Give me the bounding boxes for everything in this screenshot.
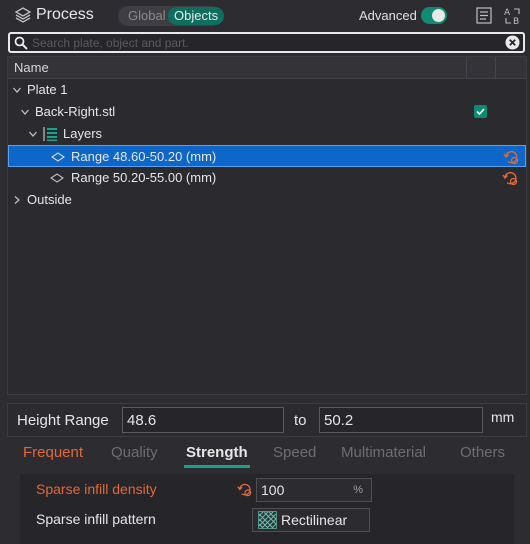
height-to-input[interactable] [319, 407, 483, 433]
column-separator [495, 57, 496, 79]
height-unit: mm [491, 409, 515, 425]
tab-frequent[interactable]: Frequent [23, 444, 83, 461]
panel-edge [514, 474, 530, 544]
chevron-right-icon[interactable] [12, 195, 22, 205]
tree-row-plate[interactable]: Plate 1 [8, 79, 526, 101]
tab-multimaterial[interactable]: Multimaterial [341, 444, 426, 461]
tab-others[interactable]: Others [460, 444, 505, 461]
global-objects-switch[interactable]: Global Objects [118, 6, 225, 26]
advanced-label: Advanced [359, 8, 417, 23]
sort-az-icon[interactable]: A B [503, 6, 523, 26]
document-icon[interactable] [476, 7, 492, 24]
setting-label: Sparse infill density [36, 481, 157, 497]
process-header: Process Global Objects Advanced A B [0, 0, 530, 32]
search-box[interactable] [8, 32, 525, 53]
search-input[interactable] [32, 35, 502, 51]
tree-row-label: Back-Right.stl [35, 104, 116, 119]
panel-title: Process [36, 6, 94, 23]
height-range-bar: Height Range to mm [7, 403, 527, 437]
toggle-knob [432, 9, 445, 22]
range-icon [51, 152, 65, 162]
height-from-input[interactable] [122, 407, 284, 433]
tree-row-label: Outside [27, 192, 72, 207]
tab-quality[interactable]: Quality [111, 444, 158, 461]
tree-row-range-selected[interactable]: Range 48.60-50.20 (mm) [8, 145, 526, 167]
check-icon [476, 108, 485, 116]
height-range-label: Height Range [17, 412, 109, 429]
setting-value: 100 [261, 482, 285, 498]
tree-row-layers[interactable]: Layers [8, 123, 526, 145]
rectilinear-pattern-icon [258, 511, 277, 529]
tree-row-label: Range 50.20-55.00 (mm) [71, 170, 217, 185]
reset-settings-icon[interactable] [502, 148, 520, 166]
chevron-down-icon[interactable] [28, 129, 38, 139]
name-column-header[interactable]: Name [14, 60, 49, 75]
settings-panel: Sparse infill density 100 % Sparse infil… [20, 474, 514, 544]
setting-row-infill-pattern: Sparse infill pattern Rectilinear [20, 506, 514, 532]
column-separator [466, 57, 467, 79]
tree-row-label: Plate 1 [27, 82, 68, 97]
tree-row-label: Range 48.60-50.20 (mm) [71, 149, 217, 164]
height-to-label: to [294, 412, 307, 429]
printable-checkbox[interactable] [474, 105, 487, 118]
chevron-down-icon[interactable] [12, 85, 22, 95]
tree-row-range[interactable]: Range 50.20-55.00 (mm) [8, 167, 526, 189]
tree-header: Name [8, 57, 526, 79]
setting-unit: % [353, 484, 363, 496]
chevron-down-icon[interactable] [20, 107, 30, 117]
svg-text:A: A [504, 8, 511, 18]
tab-strength[interactable]: Strength [186, 444, 248, 461]
layers-icon [14, 7, 32, 23]
active-tab-indicator [184, 465, 250, 468]
reset-settings-icon[interactable] [501, 169, 519, 187]
objects-option[interactable]: Objects [168, 7, 225, 25]
infill-pattern-select[interactable]: Rectilinear [252, 508, 370, 532]
tree-row-label: Layers [63, 126, 103, 141]
tree-row-outside[interactable]: Outside [8, 189, 526, 211]
infill-density-input[interactable]: 100 % [256, 478, 372, 502]
reset-value-icon[interactable] [236, 481, 253, 498]
setting-label: Sparse infill pattern [36, 511, 156, 527]
setting-value: Rectilinear [281, 512, 348, 528]
global-option[interactable]: Global [128, 8, 166, 23]
layer-stack-icon [43, 127, 57, 141]
settings-tabs: Frequent Quality Strength Speed Multimat… [0, 440, 530, 468]
advanced-toggle[interactable] [421, 7, 447, 24]
setting-row-infill-density: Sparse infill density 100 % [20, 476, 514, 502]
tree-row-object[interactable]: Back-Right.stl [8, 101, 526, 123]
tab-speed[interactable]: Speed [273, 444, 316, 461]
object-tree: Name Plate 1 Back-Right.stl Layers Range… [7, 56, 527, 395]
svg-text:B: B [513, 17, 519, 26]
search-icon [14, 36, 28, 50]
clear-icon[interactable] [505, 35, 520, 50]
range-icon [50, 173, 64, 183]
